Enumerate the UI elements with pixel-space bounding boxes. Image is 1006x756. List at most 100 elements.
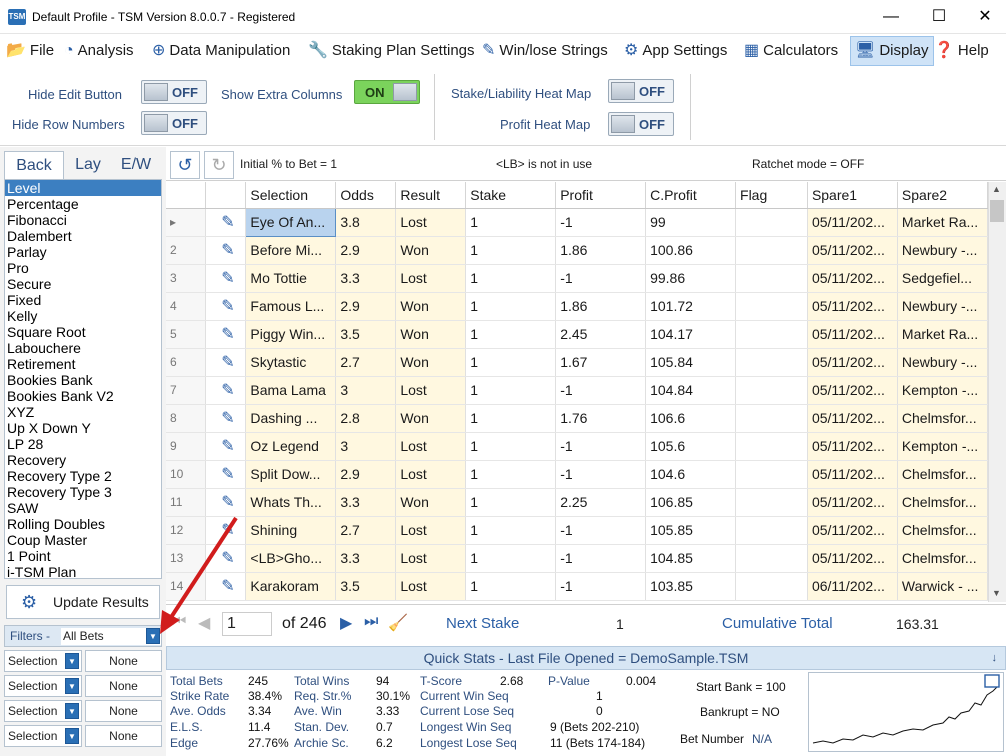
cell-sel[interactable]: Oz Legend <box>245 432 337 461</box>
filter-value[interactable]: None <box>85 700 162 722</box>
scroll-up-icon[interactable]: ▲ <box>992 184 1001 194</box>
cell-profit[interactable]: 2.45 <box>555 320 647 349</box>
cell-res[interactable]: Lost <box>395 460 467 489</box>
cell-stake[interactable]: 1 <box>465 376 557 405</box>
menu-help[interactable]: ❓ Help <box>934 35 989 67</box>
plan-item[interactable]: Pro <box>5 260 161 276</box>
cell-s2[interactable]: Chelmsfor... <box>897 488 988 517</box>
cell-odds[interactable]: 3.5 <box>335 320 397 349</box>
pencil-icon[interactable]: ✎ <box>205 320 247 349</box>
filter-field-select[interactable]: Selection ▼ <box>4 700 82 722</box>
column-header[interactable]: Profit <box>555 182 647 209</box>
cell-flag[interactable] <box>735 376 808 405</box>
cell-s1[interactable]: 05/11/202... <box>807 488 898 517</box>
plan-item[interactable]: Secure <box>5 276 161 292</box>
cell-s2[interactable]: Chelmsfor... <box>897 404 988 433</box>
cell-odds[interactable]: 2.8 <box>335 404 397 433</box>
cell-sel[interactable]: Eye Of An... <box>245 207 337 237</box>
cell-s2[interactable]: Kempton -... <box>897 376 988 405</box>
column-header[interactable]: Stake <box>465 182 557 209</box>
page-input[interactable]: 1 <box>222 612 272 636</box>
cell-profit[interactable]: 2.25 <box>555 488 647 517</box>
plan-item[interactable]: Fixed <box>5 292 161 308</box>
pencil-icon[interactable]: ✎ <box>205 572 247 601</box>
cell-sel[interactable]: Skytastic <box>245 348 337 377</box>
cell-odds[interactable]: 3.3 <box>335 264 397 293</box>
close-button[interactable]: ✕ <box>962 0 1006 34</box>
cell-odds[interactable]: 2.9 <box>335 236 397 265</box>
cell-profit[interactable]: -1 <box>555 432 647 461</box>
table-row[interactable]: 8 ✎ Dashing ... 2.8 Won 1 1.76 106.6 05/11/202..… <box>166 404 988 433</box>
cell-res[interactable]: Won <box>395 348 467 377</box>
cell-sel[interactable]: Before Mi... <box>245 236 337 265</box>
chevron-down-icon[interactable]: ▼ <box>146 628 160 644</box>
table-row[interactable]: 12 ✎ Shining 2.7 Lost 1 -1 105.85 05/11/202... Ch… <box>166 516 988 545</box>
scroll-down-icon[interactable]: ▼ <box>992 588 1001 598</box>
filter-value[interactable]: None <box>85 675 162 697</box>
plan-item[interactable]: Recovery Type 2 <box>5 468 161 484</box>
hide-edit-button-toggle[interactable]: OFF <box>141 80 207 104</box>
cell-s2[interactable]: Warwick - ... <box>897 572 988 601</box>
filter-value[interactable]: None <box>85 725 162 747</box>
cell-profit[interactable]: -1 <box>555 572 647 601</box>
table-row[interactable]: 7 ✎ Bama Lama 3 Lost 1 -1 104.84 05/11/202... Kem… <box>166 376 988 405</box>
cell-flag[interactable] <box>735 208 808 237</box>
cell-flag[interactable] <box>735 348 808 377</box>
menu-file[interactable]: 📂 File <box>6 35 54 67</box>
cell-sel[interactable]: Split Dow... <box>245 460 337 489</box>
cell-odds[interactable]: 2.9 <box>335 460 397 489</box>
tab-lay[interactable]: Lay <box>66 151 110 179</box>
column-header[interactable] <box>205 182 247 209</box>
table-row[interactable]: 14 ✎ Karakoram 3.5 Lost 1 -1 103.85 06/11/202...… <box>166 572 988 601</box>
cell-s1[interactable]: 05/11/202... <box>807 460 898 489</box>
cell-s2[interactable]: Sedgefiel... <box>897 264 988 293</box>
plan-item[interactable]: Recovery <box>5 452 161 468</box>
plan-item[interactable]: Recovery Type 3 <box>5 484 161 500</box>
cell-res[interactable]: Lost <box>395 208 467 237</box>
pencil-icon[interactable]: ✎ <box>205 516 247 545</box>
cell-s1[interactable]: 05/11/202... <box>807 544 898 573</box>
cell-stake[interactable]: 1 <box>465 348 557 377</box>
column-header[interactable]: Selection <box>245 182 337 209</box>
cell-res[interactable]: Won <box>395 404 467 433</box>
cell-flag[interactable] <box>735 516 808 545</box>
cell-stake[interactable]: 1 <box>465 516 557 545</box>
cell-profit[interactable]: -1 <box>555 264 647 293</box>
plan-item[interactable]: Dalembert <box>5 228 161 244</box>
pencil-icon[interactable]: ✎ <box>205 460 247 489</box>
pencil-icon[interactable]: ✎ <box>205 376 247 405</box>
cell-s1[interactable]: 05/11/202... <box>807 208 898 237</box>
cell-stake[interactable]: 1 <box>465 572 557 601</box>
cell-odds[interactable]: 3.5 <box>335 572 397 601</box>
cell-s2[interactable]: Chelmsfor... <box>897 544 988 573</box>
table-row[interactable]: 5 ✎ Piggy Win... 3.5 Won 1 2.45 104.17 05/11/202… <box>166 320 988 349</box>
table-row[interactable]: 9 ✎ Oz Legend 3 Lost 1 -1 105.6 05/11/202... Kemp… <box>166 432 988 461</box>
pencil-icon[interactable]: ✎ <box>205 236 247 265</box>
cell-s1[interactable]: 05/11/202... <box>807 348 898 377</box>
pencil-icon[interactable]: ✎ <box>205 432 247 461</box>
pencil-icon[interactable]: ✎ <box>205 544 247 573</box>
cell-cp[interactable]: 105.6 <box>645 432 737 461</box>
cell-sel[interactable]: Whats Th... <box>245 488 337 517</box>
column-header[interactable]: Flag <box>735 182 808 209</box>
cell-res[interactable]: Lost <box>395 544 467 573</box>
cell-s1[interactable]: 05/11/202... <box>807 376 898 405</box>
cell-odds[interactable]: 2.7 <box>335 516 397 545</box>
cell-odds[interactable]: 3 <box>335 376 397 405</box>
cell-res[interactable]: Lost <box>395 516 467 545</box>
plan-item[interactable]: 1 Point <box>5 548 161 564</box>
column-header[interactable]: Result <box>395 182 467 209</box>
menu-calculators[interactable]: ▦ Calculators <box>744 35 838 67</box>
cell-res[interactable]: Won <box>395 236 467 265</box>
cell-profit[interactable]: 1.86 <box>555 236 647 265</box>
plan-item[interactable]: Bookies Bank V2 <box>5 388 161 404</box>
plan-item[interactable]: Coup Master <box>5 532 161 548</box>
cell-cp[interactable]: 99.86 <box>645 264 737 293</box>
cell-cp[interactable]: 100.86 <box>645 236 737 265</box>
menu-data-manipulation[interactable]: ⊕ Data Manipulation <box>152 35 290 67</box>
plan-item[interactable]: Parlay <box>5 244 161 260</box>
plan-item[interactable]: Bookies Bank <box>5 372 161 388</box>
cell-cp[interactable]: 99 <box>645 208 737 237</box>
collapse-icon[interactable]: ↓ <box>992 647 998 669</box>
cell-flag[interactable] <box>735 460 808 489</box>
